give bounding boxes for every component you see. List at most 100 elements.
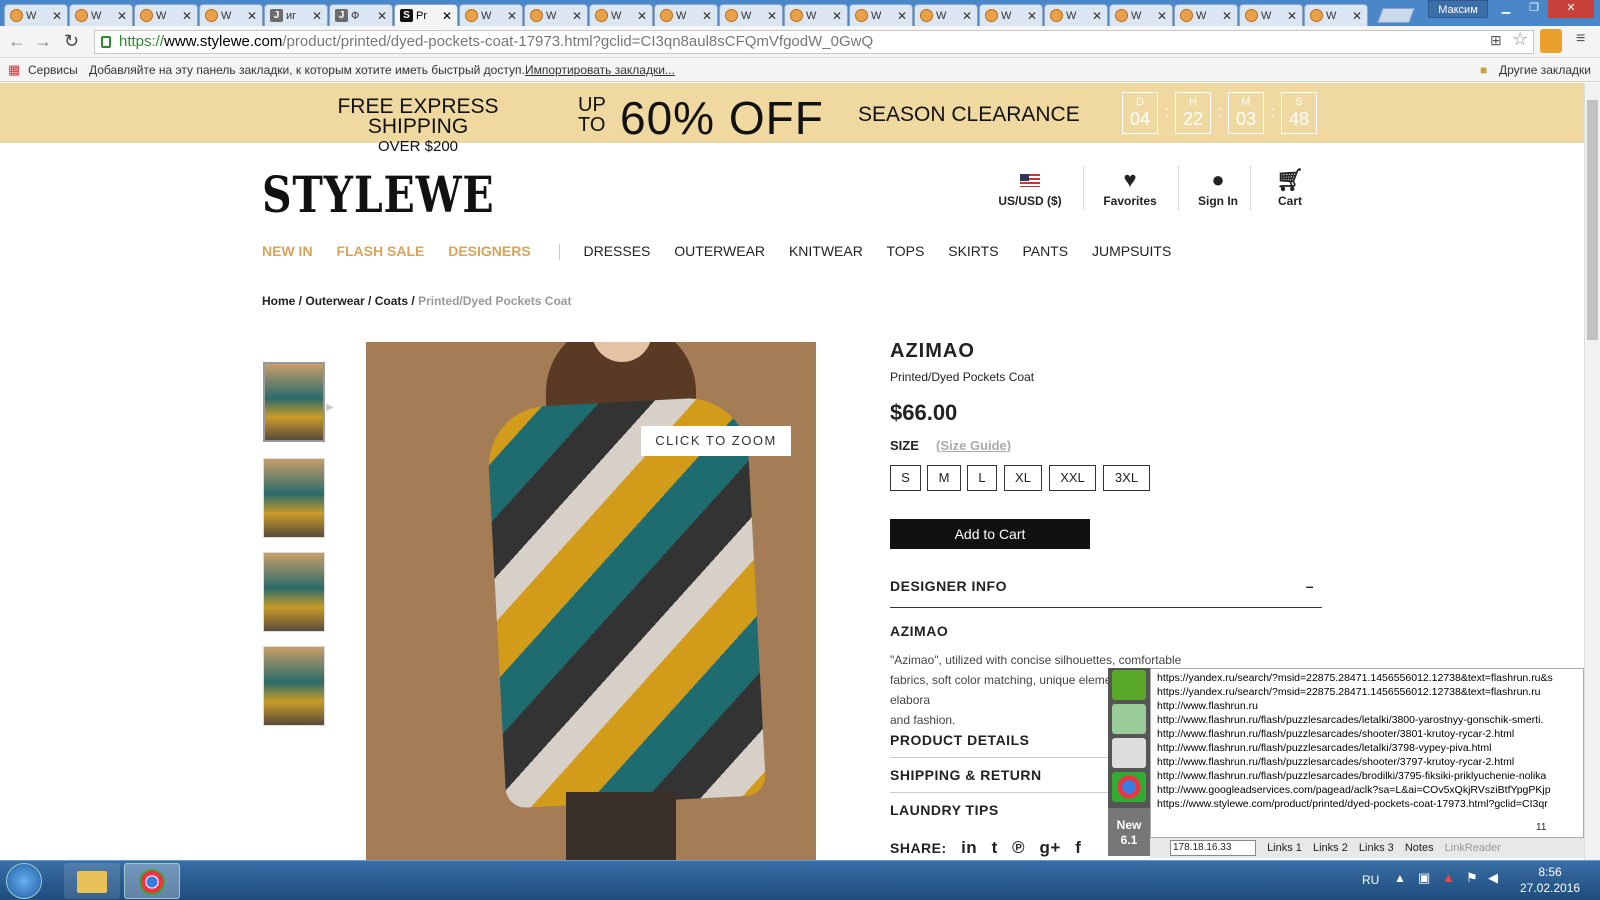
tab-close-icon[interactable]: ✕ — [1222, 9, 1232, 23]
designer-info-accordion[interactable]: DESIGNER INFO – — [890, 578, 1322, 608]
import-bookmarks-link[interactable]: Импортировать закладки... — [525, 58, 675, 82]
tab-close-icon[interactable]: ✕ — [702, 9, 712, 23]
tray-arrow-icon[interactable]: ▲ — [1394, 871, 1406, 885]
google-plus-icon[interactable]: g+ — [1040, 838, 1061, 857]
tab-close-icon[interactable]: ✕ — [832, 9, 842, 23]
size-guide-link[interactable]: (Size Guide) — [936, 438, 1011, 453]
browser-tab[interactable]: W ✕ — [199, 4, 263, 26]
browser-tab[interactable]: W ✕ — [1239, 4, 1303, 26]
tab-notes[interactable]: Notes — [1405, 842, 1434, 854]
nav-jumpsuits[interactable]: JUMPSUITS — [1092, 243, 1171, 259]
link-list-item[interactable]: http://www.googleadservices.com/pagead/a… — [1157, 783, 1577, 797]
maximize-window-button[interactable]: ❐ — [1520, 0, 1548, 18]
cart-link[interactable]: 🛒︎ Cart — [1250, 168, 1330, 209]
browser-tab[interactable]: W ✕ — [524, 4, 588, 26]
browser-tab[interactable]: W ✕ — [1304, 4, 1368, 26]
breadcrumb-outerwear[interactable]: Outerwear — [305, 294, 364, 308]
browser-tab[interactable]: J Ф ✕ — [329, 4, 393, 26]
link-list-item[interactable]: http://www.flashrun.ru/flash/puzzlesarca… — [1157, 769, 1577, 783]
forward-arrow-icon[interactable]: → — [34, 31, 52, 52]
browser-tab[interactable]: W ✕ — [654, 4, 718, 26]
close-window-button[interactable]: ✕ — [1548, 0, 1594, 18]
tab-close-icon[interactable]: ✕ — [507, 9, 517, 23]
browser-tab[interactable]: W ✕ — [979, 4, 1043, 26]
size-option-s[interactable]: S — [890, 465, 921, 491]
product-thumbnail[interactable] — [263, 458, 325, 538]
browser-tab[interactable]: W ✕ — [719, 4, 783, 26]
browser-tab[interactable]: W ✕ — [4, 4, 68, 26]
sign-in-link[interactable]: ● Sign In — [1178, 168, 1258, 209]
nav-tops[interactable]: TOPS — [886, 243, 924, 259]
click-to-zoom-button[interactable]: CLICK TO ZOOM — [641, 426, 791, 456]
link-list-item[interactable]: http://www.flashrun.ru/flash/puzzlesarca… — [1157, 713, 1577, 727]
size-option-xxl[interactable]: XXL — [1049, 465, 1096, 491]
browser-tab[interactable]: W ✕ — [69, 4, 133, 26]
link-list-item[interactable]: https://www.stylewe.com/product/printed/… — [1157, 797, 1577, 811]
link-list-item[interactable]: http://www.flashrun.ru/flash/puzzlesarca… — [1157, 755, 1577, 769]
nav-designers[interactable]: DESIGNERS — [448, 243, 530, 259]
add-to-cart-button[interactable]: Add to Cart — [890, 519, 1090, 549]
promo-banner[interactable]: FREE EXPRESS SHIPPING OVER $200 UP TO 60%… — [0, 83, 1584, 155]
tab-close-icon[interactable]: ✕ — [572, 9, 582, 23]
tab-close-icon[interactable]: ✕ — [52, 9, 62, 23]
system-clock[interactable]: 8:56 27.02.2016 — [1510, 864, 1590, 896]
browser-tab[interactable]: Jиг ✕ — [264, 4, 328, 26]
reload-icon[interactable]: ↻ — [64, 31, 79, 52]
nav-pants[interactable]: PANTS — [1022, 243, 1068, 259]
facebook-icon[interactable]: f — [1075, 838, 1081, 857]
link-list-item[interactable]: https://yandex.ru/search/?msid=22875.284… — [1157, 685, 1577, 699]
scrollbar-thumb[interactable] — [1587, 100, 1598, 340]
tab-close-icon[interactable]: ✕ — [1287, 9, 1297, 23]
tab-close-icon[interactable]: ✕ — [312, 9, 322, 23]
minimize-window-button[interactable]: ▁ — [1492, 0, 1520, 18]
tab-close-icon[interactable]: ✕ — [1157, 9, 1167, 23]
browser-tab[interactable]: W ✕ — [1109, 4, 1173, 26]
browser-tab[interactable]: W ✕ — [1044, 4, 1108, 26]
link-list-item[interactable]: https://yandex.ru/search/?msid=22875.284… — [1157, 671, 1577, 685]
profile-button[interactable]: Максим — [1428, 0, 1488, 18]
product-thumbnail[interactable] — [263, 552, 325, 632]
product-details-accordion[interactable]: PRODUCT DETAILS — [890, 728, 1130, 758]
tab-close-icon[interactable]: ✕ — [1352, 9, 1362, 23]
favorites-link[interactable]: ♥ Favorites — [1090, 168, 1170, 209]
back-arrow-icon[interactable]: ← — [8, 31, 26, 52]
browser-tab[interactable]: W ✕ — [459, 4, 523, 26]
tray-app-icon[interactable]: ▲ — [1442, 870, 1455, 885]
link-list-item[interactable]: http://www.flashrun.ru/flash/puzzlesarca… — [1157, 727, 1577, 741]
shipping-return-accordion[interactable]: SHIPPING & RETURN — [890, 763, 1130, 793]
size-option-xl[interactable]: XL — [1004, 465, 1042, 491]
chrome-taskbar-icon[interactable] — [124, 863, 180, 899]
tab-close-icon[interactable]: ✕ — [1092, 9, 1102, 23]
nav-flash-sale[interactable]: FLASH SALE — [336, 243, 424, 259]
size-option-l[interactable]: L — [967, 465, 997, 491]
tab-close-icon[interactable]: ✕ — [1027, 9, 1037, 23]
link-list-item[interactable]: http://www.flashrun.ru — [1157, 699, 1577, 713]
menu-icon[interactable]: ≡ — [1576, 30, 1585, 48]
flag-icon[interactable]: ⚑ — [1466, 870, 1478, 886]
collapse-icon[interactable]: – — [1306, 578, 1314, 594]
product-main-image[interactable] — [366, 342, 816, 862]
notes-icon[interactable] — [1112, 738, 1146, 768]
network-icon[interactable]: ▣ — [1418, 870, 1430, 886]
tab-close-icon[interactable]: ✕ — [637, 9, 647, 23]
tab-close-icon[interactable]: ✕ — [442, 9, 452, 23]
browser-tab[interactable]: W ✕ — [849, 4, 913, 26]
browser-tab[interactable]: W ✕ — [914, 4, 978, 26]
tab-close-icon[interactable]: ✕ — [117, 9, 127, 23]
start-button[interactable] — [6, 863, 42, 899]
chrome-icon[interactable] — [1112, 772, 1146, 802]
breadcrumb-coats[interactable]: Coats — [375, 294, 408, 308]
tab-close-icon[interactable]: ✕ — [897, 9, 907, 23]
size-option-3xl[interactable]: 3XL — [1103, 465, 1150, 491]
breadcrumb-home[interactable]: Home — [262, 294, 295, 308]
tab-close-icon[interactable]: ✕ — [247, 9, 257, 23]
browser-tab[interactable]: S Pr ✕ — [394, 4, 458, 26]
tab-close-icon[interactable]: ✕ — [962, 9, 972, 23]
tumblr-icon[interactable]: t — [992, 838, 998, 857]
apps-bookmark[interactable]: Сервисы — [28, 58, 78, 82]
checklist-icon[interactable] — [1112, 704, 1146, 734]
browser-tab[interactable]: W ✕ — [1174, 4, 1238, 26]
tab-close-icon[interactable]: ✕ — [767, 9, 777, 23]
size-option-m[interactable]: M — [927, 465, 961, 491]
nav-new-in[interactable]: NEW IN — [262, 243, 313, 259]
